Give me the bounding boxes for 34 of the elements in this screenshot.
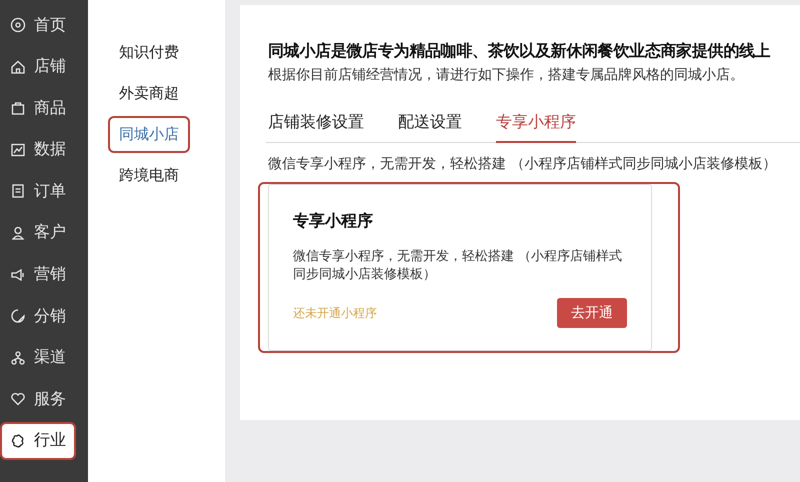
submenu-item[interactable]: 知识付费 [108, 34, 190, 71]
tab[interactable]: 店铺装修设置 [268, 106, 364, 143]
nav-item[interactable]: 店铺 [0, 48, 76, 86]
nav-item[interactable]: 分销 [0, 297, 76, 336]
intro-subtitle: 根据你目前店铺经营情况，请进行如下操作，搭建专属品牌风格的同城小店。 [268, 66, 745, 84]
submenu-item[interactable]: 跨境电商 [108, 157, 190, 194]
submenu-item[interactable]: 同城小店 [108, 116, 190, 153]
nav-item[interactable]: 首页 [0, 6, 76, 44]
nav-item[interactable]: 营销 [0, 256, 76, 294]
nav-item[interactable]: 数据 [0, 130, 76, 169]
dial-icon [10, 17, 26, 33]
tab[interactable]: 专享小程序 [496, 106, 576, 143]
megaphone-icon [10, 266, 26, 283]
activate-button[interactable]: 去开通 [557, 298, 627, 328]
tab[interactable]: 配送设置 [398, 106, 462, 143]
nav-item[interactable]: 商品 [0, 89, 76, 128]
house-icon [10, 58, 26, 75]
network-icon [10, 350, 26, 366]
bag-icon [10, 100, 26, 116]
nav-item[interactable]: 服务 [0, 380, 76, 418]
submenu-item[interactable]: 外卖商超 [108, 75, 190, 112]
tab-description: 微信专享小程序，无需开发，轻松搭建 （小程序店铺样式同步同城小店装修模板） [268, 155, 778, 173]
chart-icon [10, 142, 26, 158]
heart-icon [10, 391, 26, 408]
nav-item[interactable]: 客户 [0, 214, 76, 252]
intro-title: 同城小店是微店专为精品咖啡、茶饮以及新休闲餐饮业态商家提供的线上 [268, 41, 772, 62]
status-text: 还未开通小程序 [293, 304, 377, 322]
nav-item[interactable]: 渠道 [0, 338, 76, 377]
nav-item[interactable]: 订单 [0, 172, 76, 210]
document-icon [10, 183, 26, 200]
card-title: 专享小程序 [293, 211, 374, 232]
person-icon [10, 224, 26, 241]
nav-item[interactable]: 行业 [0, 422, 76, 460]
card-description: 微信专享小程序，无需开发，轻松搭建 （小程序店铺样式同步同城小店装修模板） [293, 248, 624, 284]
